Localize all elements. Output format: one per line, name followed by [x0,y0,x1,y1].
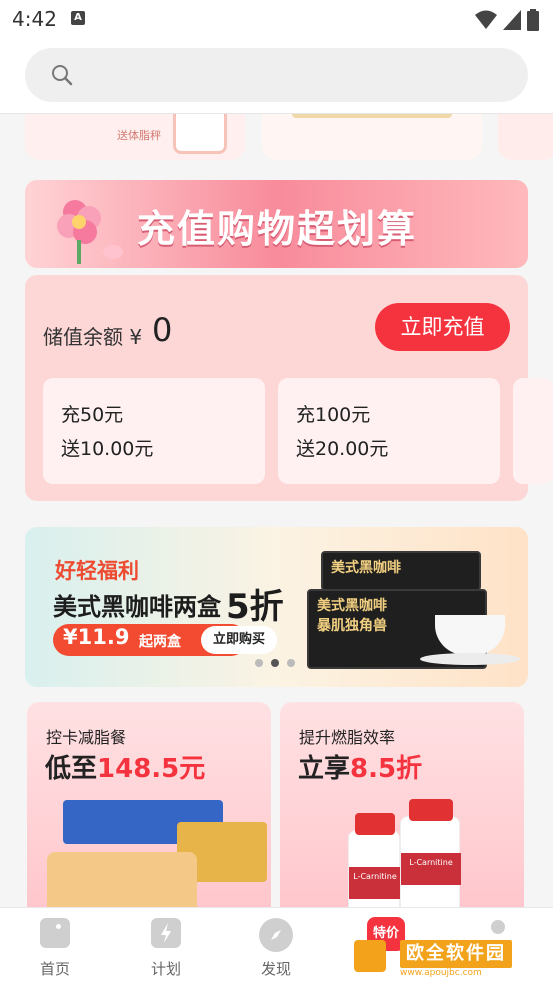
feature-highlight: 8.5折 [350,754,423,784]
coffee-box-label: 美式黑咖啡 [331,560,401,576]
tier-bonus: 送20.00元 [296,438,389,460]
promo-discount: 5折 [226,587,284,627]
nav-item-plan[interactable]: 计划 [131,918,201,979]
watermark: 欧全软件园 www.apoujbc.com [352,938,550,980]
compass-icon [259,918,293,952]
scale-image [173,114,227,154]
buy-now-button[interactable]: 立即购买 [201,626,277,654]
wifi-icon [475,10,497,29]
feature-prefix: 低至 [45,754,98,784]
search-icon [52,65,73,86]
bottle-cap [355,813,395,835]
search-input[interactable] [25,48,528,102]
status-time: 4:42 [12,7,57,31]
promo-tag: 好轻福利 [55,559,139,583]
feature-highlight: 148.5元 [97,754,206,784]
category-label: 送体脂秤 [117,129,161,142]
supplement-bottle-image: L-Carnitine [348,813,401,907]
search-header [0,38,553,114]
banner-title: 充值购物超划算 [137,207,418,251]
bottle-label: L-Carnitine [401,853,461,885]
tray-image [47,852,197,907]
watermark-logo-icon [354,940,386,972]
signal-icon [503,10,521,30]
watermark-text: 欧全软件园 [400,940,514,968]
category-card-scale[interactable]: 送体脂秤 [25,114,245,160]
bottle-cap [409,799,453,821]
nav-item-home[interactable]: 首页 [20,918,90,979]
status-bar: 4:42 A [0,0,553,38]
category-row: 送体脂秤 [0,114,553,160]
coffee-box-label: 美式黑咖啡 [317,598,387,614]
bottle-label: L-Carnitine [349,867,401,899]
promo-price-unit: 起两盒 [139,634,181,650]
feature-subtitle: 提升燃脂效率 [299,728,396,747]
feature-card-carnitine[interactable]: 提升燃脂效率 立享8.5折 L-Carnitine L-Carnitine [280,702,524,907]
nav-label: 发现 [260,960,291,978]
recharge-banner[interactable]: 充值购物超划算 [25,180,528,268]
coffee-box-sub: 暴肌独角兽 [317,618,387,634]
status-icons [475,9,539,31]
feature-card-meal[interactable]: 控卡减脂餐 低至148.5元 [27,702,271,907]
tier-bonus: 送10.00元 [61,438,154,460]
battery-icon [527,9,539,31]
recharge-tier[interactable]: 充100元 送20.00元 [278,378,500,484]
supplement-bottle-image: L-Carnitine [400,799,461,907]
category-card[interactable] [498,114,553,160]
carousel-dot-active[interactable] [271,659,279,667]
recharge-tier[interactable] [513,378,553,484]
carousel-dot[interactable] [287,659,295,667]
recharge-tier[interactable]: 充50元 送10.00元 [43,378,265,484]
coffee-box-image: 美式黑咖啡 [321,551,481,591]
home-icon [40,918,70,948]
feature-subtitle: 控卡减脂餐 [46,728,127,747]
balance-value: 0 [152,311,173,349]
promo-title: 美式黑咖啡两盒 [53,593,221,621]
product-image [292,114,452,118]
feature-headline: 低至148.5元 [45,748,205,785]
saucer-image [420,653,520,665]
carousel-indicator [255,659,295,667]
lightning-icon [151,918,181,948]
nav-item-discover[interactable]: 发现 [241,918,311,979]
feature-headline: 立享8.5折 [298,748,422,785]
promo-price: ¥11.9 [63,625,130,649]
nav-label: 首页 [39,960,70,978]
tier-amount: 充100元 [296,404,371,426]
watermark-url: www.apoujbc.com [400,968,482,978]
promo-price-pill: ¥11.9 起两盒 立即购买 [53,624,277,656]
category-card[interactable] [262,114,482,160]
tier-amount: 充50元 [61,404,124,426]
promo-banner[interactable]: 好轻福利 美式黑咖啡两盒 5折 ¥11.9 起两盒 立即购买 美式黑咖啡 美式黑… [25,527,528,687]
watermark-chars: 欧全软件园 [400,940,512,968]
balance-label: 储值余额 ¥ [43,325,143,349]
feature-prefix: 立享 [298,754,351,784]
carousel-dot[interactable] [255,659,263,667]
nav-label: 计划 [150,960,181,978]
recharge-button[interactable]: 立即充值 [375,303,510,351]
wallet-card: 储值余额 ¥ 0 立即充值 充50元 送10.00元 充100元 送20.00元 [25,275,553,501]
notification-icon: A [71,11,85,25]
main-content: 送体脂秤 充值购物超划算 储值余额 ¥ 0 立即充值 充50元 送10.00元 … [0,114,553,907]
flower-icon [57,200,123,264]
